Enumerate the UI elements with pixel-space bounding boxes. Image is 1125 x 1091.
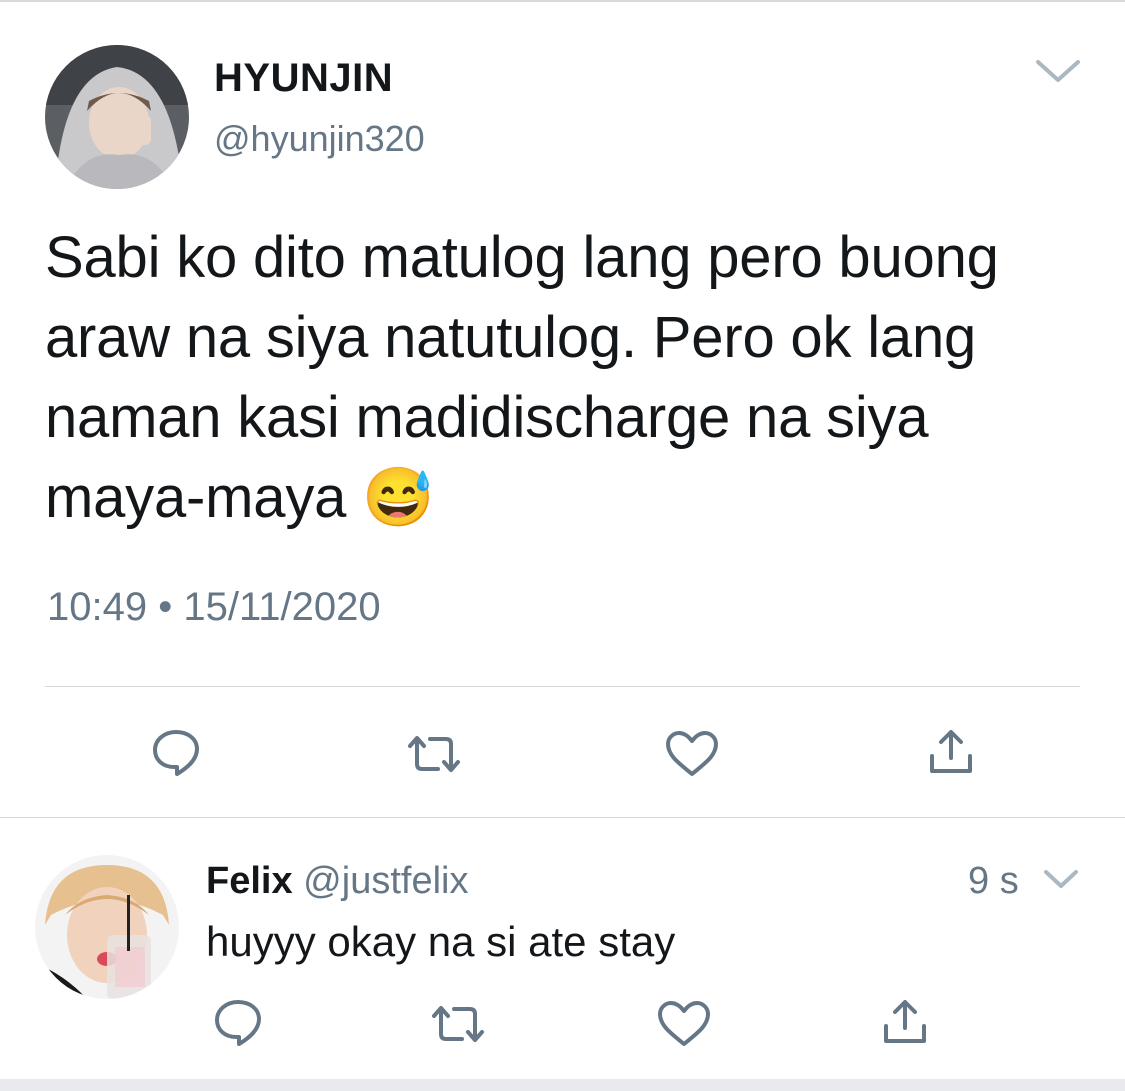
like-icon[interactable] xyxy=(664,730,720,778)
divider xyxy=(0,817,1125,818)
divider xyxy=(45,686,1080,687)
tweet-date: 15/11/2020 xyxy=(183,585,381,629)
avatar[interactable] xyxy=(45,45,189,189)
author-display-name[interactable]: HYUNJIN xyxy=(214,56,393,101)
share-icon[interactable] xyxy=(928,728,974,776)
reply-icon[interactable] xyxy=(150,728,202,778)
chevron-down-icon[interactable] xyxy=(1034,58,1082,86)
reply-display-name[interactable]: Felix xyxy=(206,860,293,902)
reply-text: huyyy okay na si ate stay xyxy=(206,918,676,965)
reply-age: 9 s xyxy=(968,860,1019,902)
retweet-icon[interactable] xyxy=(428,1002,488,1046)
chevron-down-icon[interactable] xyxy=(1042,868,1080,892)
retweet-icon[interactable] xyxy=(404,732,464,776)
reply-handle[interactable]: @justfelix xyxy=(303,860,468,902)
tweet-text: Sabi ko dito matulog lang pero buong ara… xyxy=(45,225,999,530)
tweet-timestamp[interactable]: 10:49 • 15/11/2020 xyxy=(47,585,381,630)
bottom-divider xyxy=(0,1079,1125,1091)
reply-header: Felix @justfelix xyxy=(206,860,468,903)
like-icon[interactable] xyxy=(656,1000,712,1048)
top-border xyxy=(0,0,1125,2)
tweet-time: 10:49 xyxy=(47,585,148,629)
timestamp-separator: • xyxy=(158,585,173,629)
reply-avatar[interactable] xyxy=(35,855,179,999)
author-handle[interactable]: @hyunjin320 xyxy=(214,118,425,160)
reply-icon[interactable] xyxy=(212,998,264,1048)
share-icon[interactable] xyxy=(882,998,928,1046)
